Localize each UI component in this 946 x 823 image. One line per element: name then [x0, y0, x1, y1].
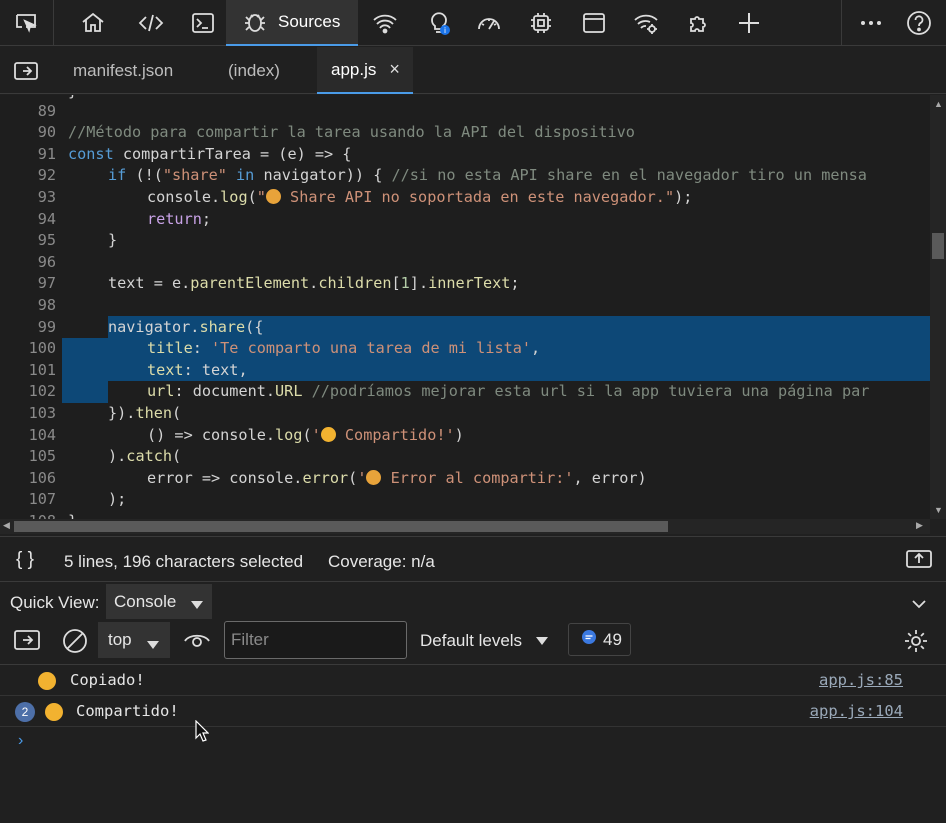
code-line: 91 const compartirTarea = (e) => {	[37, 144, 352, 163]
help-icon[interactable]	[898, 0, 940, 46]
scrollbar-thumb[interactable]	[14, 521, 668, 532]
code-line: 97 text = e.parentElement.children[1].inn…	[37, 274, 520, 293]
source-link[interactable]: app.js:85	[819, 671, 903, 689]
inspect-icon[interactable]	[4, 0, 50, 46]
quick-view-bar: Quick View: Console	[0, 582, 946, 620]
status-bar: { } 5 lines, 196 characters selected Cov…	[0, 536, 946, 582]
console-input[interactable]	[0, 726, 946, 823]
extensions-icon[interactable]	[678, 0, 720, 46]
code-line: 95}	[37, 231, 118, 250]
code-line: 105).catch(	[28, 447, 182, 466]
repeat-count-badge: 2	[15, 702, 35, 722]
smile-emoji-icon	[38, 672, 56, 690]
message-icon	[581, 629, 597, 650]
mouse-cursor-icon	[195, 720, 209, 742]
chevron-down-icon	[190, 595, 204, 615]
network-conditions-icon[interactable]	[625, 0, 667, 46]
code-line: 98	[37, 296, 56, 314]
collapse-drawer-icon[interactable]	[912, 594, 926, 614]
vertical-scrollbar[interactable]: ▲ ▼	[930, 95, 946, 519]
memory-icon[interactable]	[520, 0, 562, 46]
more-icon[interactable]	[850, 0, 892, 46]
code-line: 94 return;	[37, 209, 212, 228]
console-message: 2 Compartido! app.js:104	[0, 697, 946, 727]
code-line: 108}	[0, 511, 930, 519]
gear-icon[interactable]	[903, 628, 929, 659]
scroll-down-icon[interactable]: ▼	[934, 505, 943, 515]
elements-icon[interactable]	[130, 0, 172, 46]
code-line: 99 navigator.share({	[37, 317, 264, 336]
console-message: Copiado! app.js:85	[0, 666, 946, 696]
code-line: 93 console.log(" Share API no soportada e…	[37, 188, 693, 206]
crying-emoji-icon	[265, 189, 281, 204]
chevron-down-icon	[146, 635, 160, 655]
quick-view-select[interactable]: Console	[106, 584, 212, 619]
message-text: Compartido!	[76, 702, 179, 720]
speed-icon[interactable]	[468, 0, 510, 46]
message-text: Copiado!	[70, 671, 145, 689]
toggle-drawer-icon[interactable]	[906, 549, 932, 574]
filter-input[interactable]	[224, 621, 407, 659]
tab-manifest-json[interactable]: manifest.json	[73, 47, 173, 94]
performance-icon[interactable]: i	[418, 0, 460, 46]
tab-sources-label: Sources	[278, 12, 341, 31]
scroll-up-icon[interactable]: ▲	[934, 99, 943, 109]
devtools-toolbar: Sources i	[0, 0, 946, 46]
console-icon[interactable]	[182, 0, 224, 46]
network-icon[interactable]	[364, 0, 406, 46]
code-line: 101 text: text,	[28, 360, 248, 379]
smile-emoji-icon	[45, 703, 63, 721]
quick-view-label: Quick View:	[10, 593, 100, 612]
code-line: 96	[37, 252, 56, 271]
context-select[interactable]: top	[98, 622, 170, 658]
coverage-info: Coverage: n/a	[328, 552, 435, 571]
log-levels-select[interactable]: Default levels	[420, 631, 549, 651]
plus-icon[interactable]	[728, 0, 770, 46]
crying-emoji-icon	[366, 469, 382, 485]
scroll-left-icon[interactable]: ◀	[3, 520, 10, 531]
chevron-down-icon	[535, 631, 549, 650]
code-line: 104() => console.log(' Compartido!')	[28, 425, 464, 444]
smile-emoji-icon	[320, 426, 336, 442]
tab-index[interactable]: (index)	[228, 47, 280, 94]
close-icon[interactable]: ×	[389, 59, 400, 80]
source-link[interactable]: app.js:104	[810, 702, 903, 720]
tab-app-js[interactable]: app.js ×	[317, 47, 413, 94]
pretty-print-button[interactable]: { }	[16, 549, 34, 571]
scrollbar-thumb[interactable]	[932, 233, 944, 259]
code-line: 100 title: 'Te comparto una tarea de mi l…	[28, 339, 541, 358]
application-icon[interactable]	[573, 0, 615, 46]
home-icon[interactable]	[72, 0, 114, 46]
clear-console-icon[interactable]	[62, 628, 88, 659]
issues-counter[interactable]: 49	[568, 623, 631, 656]
selection-info: 5 lines, 196 characters selected	[64, 552, 304, 571]
sources-icon	[245, 14, 265, 32]
horizontal-scrollbar[interactable]: ◀ ▶	[0, 519, 930, 534]
svg-text:i: i	[444, 26, 446, 35]
show-sidebar-icon[interactable]	[14, 629, 40, 656]
code-editor[interactable]: } 89 90//Método para compartir la tarea …	[0, 95, 930, 519]
code-line: 102 url: document.URL //podríamos mejorar…	[28, 382, 870, 401]
code-line: 90//Método para compartir la tarea usand…	[37, 123, 635, 142]
tab-sources[interactable]: Sources	[226, 0, 358, 46]
scroll-right-icon[interactable]: ▶	[916, 520, 923, 531]
live-expression-icon[interactable]	[184, 629, 210, 658]
code-line: 107);	[28, 490, 127, 509]
code-line: 103}).then(	[28, 404, 182, 422]
file-tabs: manifest.json (index) app.js ×	[0, 47, 946, 94]
code-line: 92 if (!("share" in navigator)) { //si no…	[37, 166, 867, 185]
code-line: 89	[37, 101, 56, 120]
toggle-navigator-icon[interactable]	[6, 47, 46, 94]
code-line: 106 error => console.error(' Error al com…	[28, 468, 647, 487]
console-toolbar: top Default levels 49	[0, 620, 946, 665]
